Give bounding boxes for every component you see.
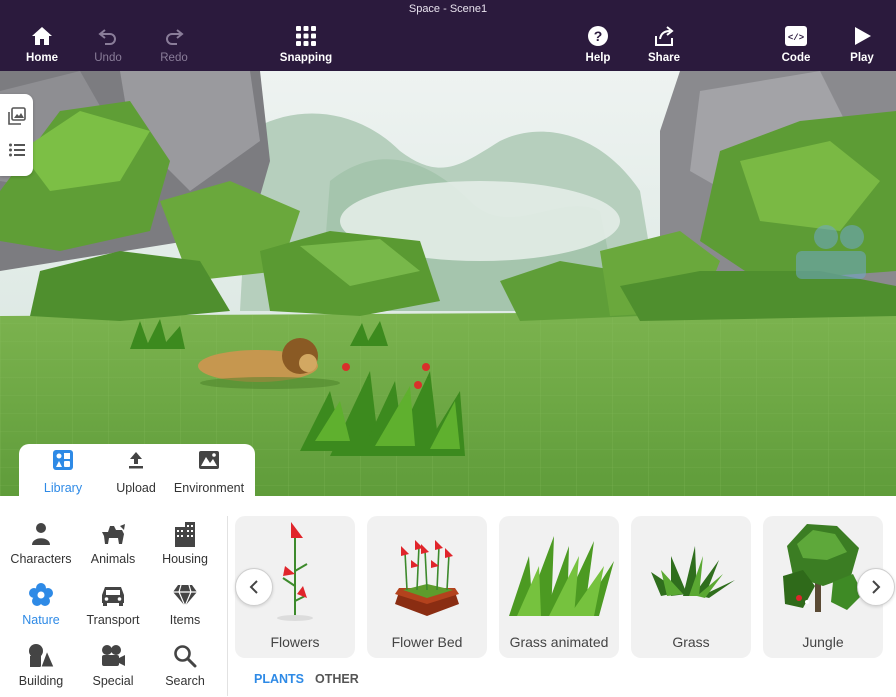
help-button[interactable]: ? Help [566,24,630,68]
tab-upload-label: Upload [116,481,156,495]
snapping-button[interactable]: Snapping [274,24,338,68]
category-transport[interactable]: Transport [78,581,148,637]
grass-thumbnail [651,546,735,598]
snapping-label: Snapping [279,52,333,64]
category-label: Animals [90,552,136,566]
item-card-grass-animated[interactable]: Grass animated [499,516,619,658]
flower-icon [27,581,55,609]
code-label: Code [781,52,811,64]
tab-library-label: Library [43,481,83,495]
category-label: Characters [10,552,72,566]
category-label: Building [18,674,64,688]
share-icon [652,24,676,48]
play-label: Play [850,52,874,64]
tab-library[interactable]: Library [31,450,95,495]
redo-label: Redo [160,52,188,64]
code-icon: </> [784,24,808,48]
play-icon [850,24,874,48]
help-label: Help [585,52,611,64]
grass-animated-thumbnail [509,536,614,616]
gem-icon [171,581,199,609]
share-button[interactable]: Share [632,24,696,68]
shapes-icon [27,642,55,670]
library-panel: Characters Animals Housing Nature Transp… [0,496,896,697]
category-housing[interactable]: Housing [150,520,220,576]
library-tabs: Library Upload Environment [19,444,255,496]
gallery-icon[interactable] [7,106,27,126]
undo-label: Undo [94,52,122,64]
category-label: Search [165,674,205,688]
code-button[interactable]: </> Code [764,24,828,68]
dog-icon [99,520,127,548]
category-items[interactable]: Items [150,581,220,637]
item-card-grass[interactable]: Grass [631,516,751,658]
item-label: Flowers [270,634,320,650]
chevron-right-icon [872,580,881,594]
item-card-flower-bed[interactable]: Flower Bed [367,516,487,658]
grid-icon [294,24,318,48]
category-special[interactable]: Special [78,642,148,697]
scroll-left-button[interactable] [235,568,273,606]
upload-icon [126,450,146,475]
item-label: Flower Bed [391,634,463,650]
category-nature[interactable]: Nature [6,581,76,637]
svg-text:?: ? [594,28,603,44]
subtab-plants[interactable]: PLANTS [254,672,304,686]
building-icon [171,520,199,548]
redo-button[interactable]: Redo [142,24,206,68]
item-label: Jungle [802,634,844,650]
side-tools [0,94,33,176]
item-label: Grass [672,634,710,650]
landscape-icon [198,450,220,475]
redo-icon [162,24,186,48]
person-icon [27,520,55,548]
library-icon [53,450,73,475]
subtab-other[interactable]: OTHER [315,672,359,686]
category-label: Special [92,674,134,688]
category-label: Transport [86,613,140,627]
home-button[interactable]: Home [10,24,74,68]
scroll-right-button[interactable] [857,568,895,606]
window-title: Space - Scene1 [408,3,488,15]
top-toolbar: Space - Scene1 Home Undo Redo Snapping ?… [0,0,896,71]
scene-render [0,71,896,496]
tab-environment[interactable]: Environment [169,450,249,495]
svg-text:</>: </> [788,33,804,43]
car-icon [99,581,127,609]
scene-viewport[interactable] [0,71,896,496]
flower-bed-thumbnail [395,540,459,616]
category-animals[interactable]: Animals [78,520,148,576]
category-label: Items [169,613,201,627]
share-label: Share [648,52,680,64]
chevron-left-icon [249,580,258,594]
category-label: Housing [162,552,208,566]
category-label: Nature [22,613,60,627]
home-icon [30,24,54,48]
tab-upload[interactable]: Upload [107,450,165,495]
list-icon[interactable] [7,140,27,160]
category-characters[interactable]: Characters [6,520,76,576]
play-button[interactable]: Play [830,24,894,68]
help-icon: ? [586,24,610,48]
camera-icon [99,642,127,670]
undo-button[interactable]: Undo [76,24,140,68]
undo-icon [96,24,120,48]
item-label: Grass animated [509,634,609,650]
home-label: Home [26,52,58,64]
category-search[interactable]: Search [150,642,220,697]
panel-divider [227,516,228,696]
tab-environment-label: Environment [173,481,245,495]
search-icon [171,642,199,670]
category-building[interactable]: Building [6,642,76,697]
